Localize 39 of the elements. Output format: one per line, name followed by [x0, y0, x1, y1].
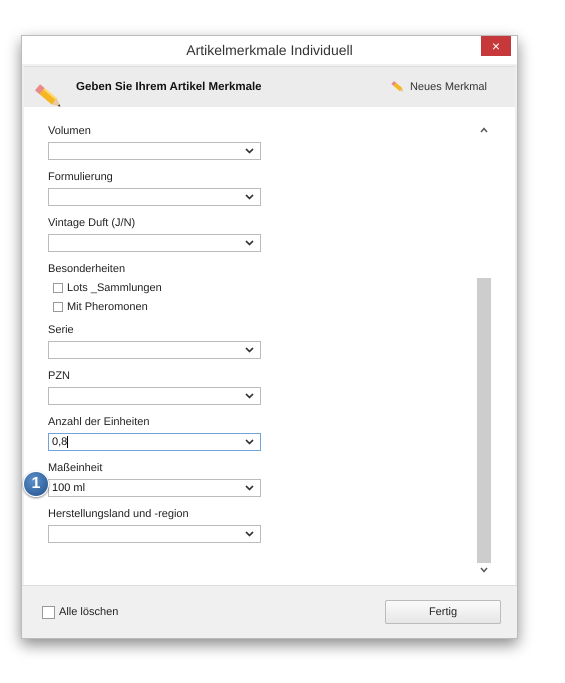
dropdown-field[interactable] — [48, 234, 261, 252]
field-label: Serie — [48, 324, 75, 336]
field-label: Volumen — [48, 125, 92, 137]
chevron-down-icon — [245, 347, 254, 353]
dropdown-field[interactable]: 0,8 — [48, 433, 261, 451]
checkbox[interactable] — [42, 606, 55, 618]
dropdown-field[interactable] — [48, 525, 261, 543]
checkbox[interactable] — [53, 283, 63, 293]
scroll-up-icon[interactable] — [480, 127, 488, 133]
window-title: Artikelmerkmale Individuell — [186, 42, 353, 58]
scrollbar-thumb[interactable] — [477, 278, 491, 563]
field-label: Herstellungsland und -region — [48, 508, 190, 520]
checkbox[interactable] — [53, 302, 63, 312]
dropdown-field[interactable] — [48, 142, 261, 160]
dropdown-field[interactable] — [48, 387, 261, 405]
chevron-down-icon — [245, 194, 254, 200]
field-label: PZN — [48, 370, 71, 382]
clear-all-checkbox[interactable]: Alle löschen — [42, 606, 118, 618]
scroll-down-icon[interactable] — [480, 567, 488, 573]
chevron-down-icon — [245, 393, 254, 399]
done-button[interactable]: Fertig — [385, 600, 501, 624]
field-label: Anzahl der Einheiten — [48, 416, 151, 428]
field-label: Formulierung — [48, 171, 114, 183]
chevron-down-icon — [245, 148, 254, 154]
field-label: Besonderheiten — [48, 263, 126, 275]
chevron-down-icon — [245, 485, 254, 491]
header-text: Geben Sie Ihrem Artikel Merkmale — [76, 81, 263, 93]
chevron-down-icon — [245, 531, 254, 537]
close-button[interactable]: × — [481, 36, 511, 56]
checkbox-option[interactable]: Lots _Sammlungen — [53, 282, 477, 294]
chevron-down-icon — [245, 240, 254, 246]
dropdown-field[interactable] — [48, 341, 261, 359]
chevron-down-icon — [245, 439, 254, 445]
field-label: Maßeinheit — [48, 462, 104, 474]
checkbox-option[interactable]: Mit Pheromonen — [53, 301, 477, 313]
dropdown-field[interactable]: 100 ml — [48, 479, 261, 497]
field-label: Vintage Duft (J/N) — [48, 217, 136, 229]
dropdown-field[interactable] — [48, 188, 261, 206]
new-attribute-button[interactable]: Neues Merkmal — [390, 79, 487, 95]
